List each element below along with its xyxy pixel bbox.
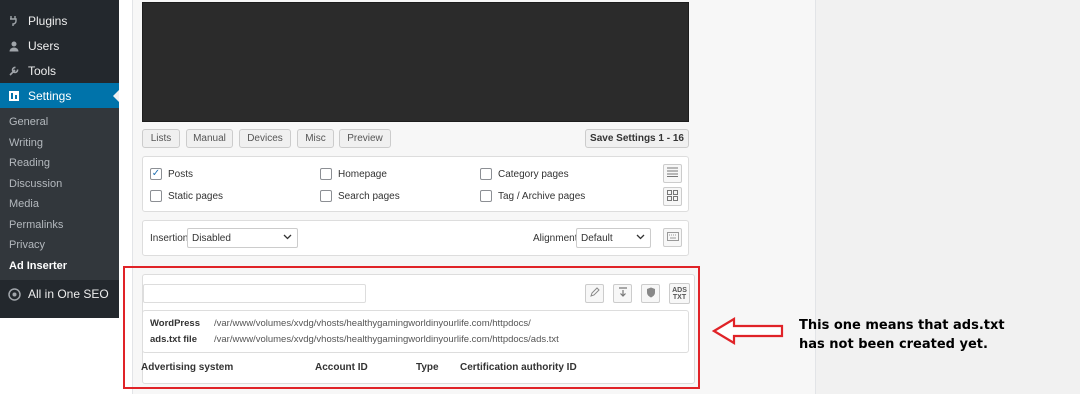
checkbox-box[interactable] — [320, 168, 332, 180]
menu-label: All in One SEO — [28, 287, 109, 301]
insertion-box: Insertion Disabled Alignment Default — [142, 220, 689, 256]
menu-label: Settings — [28, 88, 72, 103]
annotation-line-1: This one means that ads.txt — [799, 318, 1005, 333]
page-types-box: ✓ Posts Homepage Category pages Static p… — [142, 156, 689, 212]
checkbox-box[interactable] — [480, 190, 492, 202]
menu-label: Users — [28, 38, 60, 53]
tab-misc[interactable]: Misc — [297, 129, 334, 148]
insertion-select[interactable]: Disabled — [187, 228, 298, 248]
checkbox-posts[interactable]: ✓ Posts — [150, 168, 193, 180]
checkbox-label: Tag / Archive pages — [498, 190, 586, 202]
settings-submenu: General Writing Reading Discussion Media… — [0, 108, 119, 280]
insertion-label: Insertion — [150, 233, 189, 244]
menu-label: Tools — [28, 63, 57, 78]
grid-view-button[interactable] — [663, 187, 682, 206]
checkbox-label: Posts — [168, 168, 194, 180]
menu-item-tools[interactable]: Tools — [0, 58, 119, 83]
checkbox-search-pages[interactable]: Search pages — [320, 190, 400, 202]
checkbox-label: Static pages — [168, 190, 224, 202]
submenu-item-permalinks[interactable]: Permalinks — [0, 215, 119, 236]
arrow-left-icon — [712, 317, 784, 345]
submenu-item-general[interactable]: General — [0, 112, 119, 133]
users-icon — [7, 39, 21, 53]
chevron-down-icon — [283, 232, 292, 244]
checkbox-static-pages[interactable]: Static pages — [150, 190, 223, 202]
list-icon — [667, 167, 678, 180]
annotation-text: This one means that ads.txt has not been… — [799, 316, 1005, 354]
menu-label: Plugins — [28, 13, 68, 28]
sidebar-blank-area — [0, 318, 119, 394]
submenu-item-ad-inserter[interactable]: Ad Inserter — [0, 256, 119, 277]
checkbox-label: Search pages — [338, 190, 400, 202]
submenu-item-discussion[interactable]: Discussion — [0, 174, 119, 195]
menu-item-plugins[interactable]: Plugins — [0, 8, 119, 33]
checkbox-label: Category pages — [498, 168, 569, 180]
wrench-icon — [7, 64, 21, 78]
list-view-button[interactable] — [663, 164, 682, 183]
checkbox-box[interactable] — [320, 190, 332, 202]
checkbox-box[interactable] — [480, 168, 492, 180]
menu-item-users[interactable]: Users — [0, 33, 119, 58]
submenu-item-privacy[interactable]: Privacy — [0, 235, 119, 256]
checkbox-homepage[interactable]: Homepage — [320, 168, 387, 180]
settings-icon — [7, 89, 21, 103]
plugin-icon — [7, 14, 21, 28]
submenu-item-media[interactable]: Media — [0, 194, 119, 215]
menu-item-all-in-one-seo[interactable]: All in One SEO — [0, 282, 119, 306]
highlight-frame — [123, 266, 700, 389]
checkbox-label: Homepage — [338, 168, 387, 180]
checkbox-box[interactable] — [150, 190, 162, 202]
tab-preview[interactable]: Preview — [339, 129, 391, 148]
submenu-item-writing[interactable]: Writing — [0, 133, 119, 154]
admin-menu: Plugins Users Tools Settings General Wri… — [0, 8, 119, 326]
tab-lists[interactable]: Lists — [142, 129, 180, 148]
checkbox-tag-archive-pages[interactable]: Tag / Archive pages — [480, 190, 585, 202]
alignment-value: Default — [581, 232, 613, 244]
menu-item-settings[interactable]: Settings — [0, 83, 119, 108]
chevron-down-icon — [636, 232, 645, 244]
tab-devices[interactable]: Devices — [239, 129, 291, 148]
submenu-item-reading[interactable]: Reading — [0, 153, 119, 174]
save-settings-button[interactable]: Save Settings 1 - 16 — [585, 129, 689, 148]
annotation-line-2: has not been created yet. — [799, 337, 988, 352]
alignment-select[interactable]: Default — [576, 228, 651, 248]
checkbox-checked-icon[interactable]: ✓ — [150, 168, 162, 180]
tab-manual[interactable]: Manual — [186, 129, 233, 148]
alignment-label: Alignment — [533, 233, 578, 244]
checkbox-category-pages[interactable]: Category pages — [480, 168, 569, 180]
grid-icon — [667, 189, 678, 204]
keyboard-icon — [666, 231, 679, 244]
code-editor[interactable] — [142, 2, 689, 122]
aioseo-icon — [7, 287, 21, 301]
admin-sidebar: Plugins Users Tools Settings General Wri… — [0, 0, 119, 394]
keyboard-button[interactable] — [663, 228, 682, 247]
insertion-value: Disabled — [192, 232, 231, 244]
